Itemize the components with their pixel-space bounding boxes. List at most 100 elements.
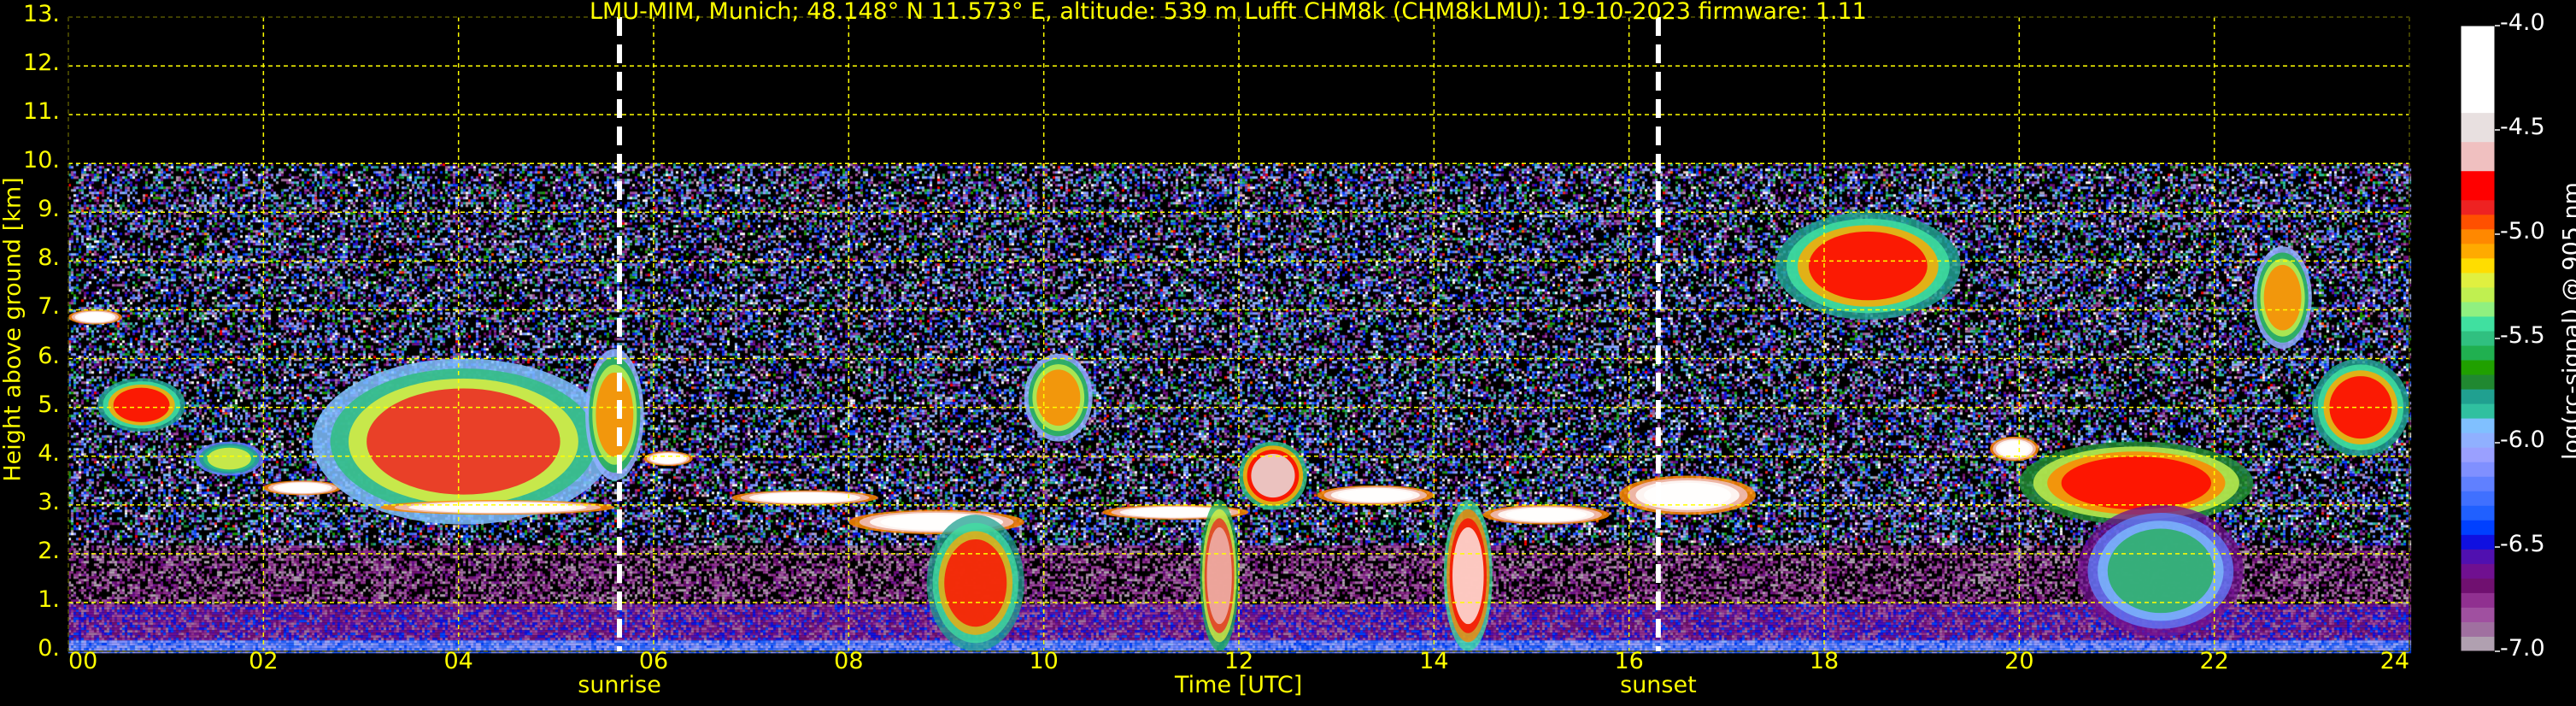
- x-tick-label: 00: [68, 648, 98, 674]
- colorbar-swatch: [2461, 549, 2495, 565]
- feature-contour: [1206, 527, 1232, 625]
- colorbar-swatch: [2461, 345, 2495, 362]
- x-tick-label: 16: [1614, 648, 1644, 674]
- feature-contour: [367, 388, 560, 495]
- colorbar-swatch: [2461, 607, 2495, 623]
- precipitation-column: [926, 515, 1024, 651]
- colorbar-tick-label: -4.0: [2500, 9, 2545, 36]
- feature-contour: [758, 492, 852, 503]
- cloud-feature: [97, 378, 185, 432]
- cloud-feature: [1024, 353, 1093, 442]
- cloud-feature: [380, 500, 615, 515]
- colorbar-swatch: [2461, 229, 2495, 244]
- feature-contour: [207, 447, 251, 470]
- feature-contour: [1505, 508, 1587, 521]
- cloud-feature: [263, 480, 342, 496]
- feature-contour: [1036, 369, 1081, 427]
- colorbar-tick-label: -5.0: [2500, 218, 2545, 244]
- cloud-feature: [1775, 212, 1961, 320]
- colorbar-swatch: [2461, 389, 2495, 405]
- feature-contour: [78, 312, 113, 322]
- colorbar-swatch: [2461, 432, 2495, 449]
- x-tick-label: 02: [249, 648, 279, 674]
- x-tick-label: 14: [1419, 648, 1449, 674]
- colorbar-swatch: [2461, 578, 2495, 594]
- colorbar-swatch: [2461, 462, 2495, 478]
- colorbar-swatch: [2461, 331, 2495, 347]
- feature-contour: [944, 538, 1007, 627]
- feature-contour: [2263, 264, 2302, 331]
- cloud-feature: [1482, 504, 1610, 525]
- colorbar-swatch: [2461, 403, 2495, 420]
- y-tick-label: 8.: [38, 244, 60, 272]
- x-axis-label: Time [UTC]: [1175, 672, 1303, 698]
- y-tick-label: 7.: [38, 293, 60, 321]
- y-axis-label: Height above ground [km]: [0, 177, 26, 482]
- colorbar-swatch: [2461, 258, 2495, 274]
- colorbar-swatch: [2461, 84, 2495, 99]
- cloud-feature: [1990, 436, 2039, 462]
- colorbar-swatch: [2461, 520, 2495, 536]
- feature-contour: [277, 483, 328, 493]
- colorbar-swatch: [2461, 505, 2495, 521]
- y-tick-label: 13.: [23, 1, 60, 27]
- chart-title: LMU-MIM, Munich; 48.148° N 11.573° E, al…: [590, 0, 1867, 25]
- colorbar-tick-label: -6.0: [2500, 427, 2545, 453]
- y-tick-label: 2.: [38, 537, 60, 564]
- colorbar-swatch: [2461, 563, 2495, 580]
- colorbar-swatch: [2461, 156, 2495, 172]
- colorbar-swatch: [2461, 171, 2495, 186]
- x-tick-label: 08: [834, 648, 864, 674]
- colorbar-swatch: [2461, 244, 2495, 259]
- colorbar-swatch: [2461, 534, 2495, 550]
- precipitation-column: [1443, 500, 1493, 651]
- colorbar-swatch: [2461, 185, 2495, 201]
- x-tick-label: 10: [1029, 648, 1059, 674]
- sunrise-label: sunrise: [578, 672, 661, 698]
- colorbar-swatch: [2461, 40, 2495, 56]
- x-tick-label: 18: [1809, 648, 1840, 674]
- colorbar-swatch: [2461, 621, 2495, 638]
- cloud-feature: [2253, 246, 2312, 350]
- feature-contour: [2107, 528, 2214, 614]
- x-tick-label: 12: [1223, 648, 1254, 674]
- colorbar-swatch: [2461, 418, 2495, 434]
- feature-contour: [113, 387, 170, 422]
- cloud-feature: [1239, 441, 1307, 510]
- cloud-feature: [731, 490, 878, 505]
- colorbar-swatch: [2461, 127, 2495, 143]
- cloud-feature: [68, 309, 122, 325]
- feature-contour: [1452, 527, 1484, 625]
- colorbar-swatch: [2461, 113, 2495, 128]
- precipitation-column: [1200, 500, 1239, 651]
- y-tick-label: 1.: [38, 585, 60, 613]
- y-tick-label: 10.: [23, 147, 60, 174]
- x-tick-label: 24: [2379, 648, 2409, 674]
- colorbar-swatch: [2461, 215, 2495, 230]
- y-tick-label: 4.: [38, 439, 60, 467]
- x-tick-label: 06: [638, 648, 669, 674]
- sunset-label: sunset: [1620, 672, 1697, 698]
- feature-contour: [1251, 453, 1295, 498]
- y-tick-label: 6.: [38, 342, 60, 369]
- colorbar-swatch: [2461, 592, 2495, 609]
- colorbar-swatch: [2461, 374, 2495, 391]
- feature-contour: [596, 372, 634, 457]
- colorbar-swatch: [2461, 476, 2495, 492]
- colorbar-swatch: [2461, 142, 2495, 157]
- feature-contour: [2061, 456, 2212, 510]
- feature-contour: [1808, 231, 1928, 301]
- x-tick-label: 04: [443, 648, 473, 674]
- x-tick-label: 22: [2199, 648, 2229, 674]
- precipitation-column: [2077, 504, 2244, 637]
- cloud-feature: [195, 441, 264, 476]
- feature-contour: [652, 454, 684, 464]
- colorbar-swatch: [2461, 316, 2495, 332]
- cloud-feature: [1619, 475, 1757, 515]
- feature-contour: [1998, 440, 2030, 457]
- y-tick-label: 9.: [38, 196, 60, 223]
- chart-overlay: [67, 16, 2500, 652]
- y-tick-label: 0.: [38, 635, 60, 662]
- y-tick-label: 12.: [23, 50, 60, 77]
- colorbar-swatch: [2461, 447, 2495, 463]
